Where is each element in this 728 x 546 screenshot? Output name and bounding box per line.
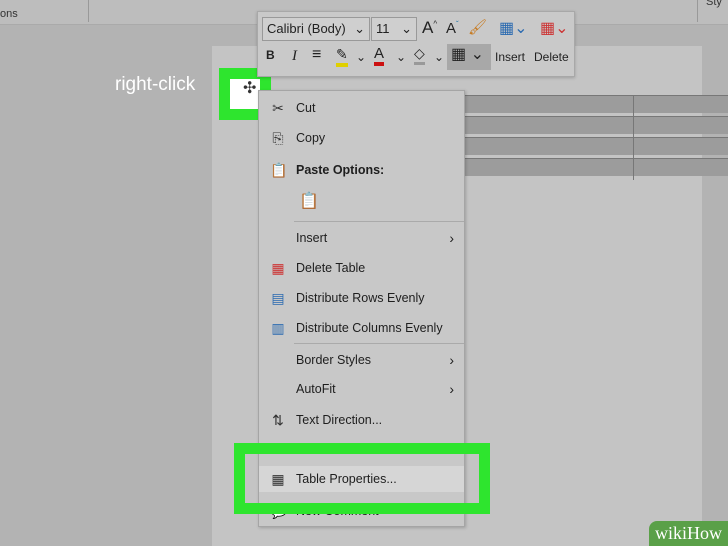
- menu-paste-options: 📋 Paste Options:: [270, 162, 385, 178]
- font-color-icon[interactable]: A: [374, 45, 385, 66]
- paste-keep-formatting-icon[interactable]: 📋: [299, 191, 319, 211]
- delete-table-icon[interactable]: ▦⌄: [540, 18, 569, 38]
- menu-item-cut[interactable]: ✂ Cut: [259, 95, 464, 121]
- borders-icon[interactable]: ▦ ⌄: [447, 44, 491, 70]
- insert-table-icon[interactable]: ▦⌄: [499, 18, 528, 38]
- table-row[interactable]: [463, 158, 728, 176]
- distribute-rows-icon: ▤: [271, 290, 285, 306]
- text-direction-icon: ⇅: [272, 412, 284, 428]
- font-name-dropdown[interactable]: Calibri (Body) ⌄: [262, 17, 370, 41]
- italic-icon[interactable]: I: [292, 48, 297, 65]
- distribute-columns-icon: ▥: [271, 320, 285, 336]
- menu-item-autofit[interactable]: AutoFit ›: [259, 376, 464, 402]
- delete-table-icon: ▦: [271, 260, 285, 276]
- table-row[interactable]: [463, 95, 728, 113]
- menu-item-distribute-rows[interactable]: ▤ Distribute Rows Evenly: [259, 285, 464, 311]
- table-column-border: [633, 95, 634, 180]
- font-size: 11: [376, 21, 390, 36]
- menu-item-text-direction[interactable]: ⇅ Text Direction...: [259, 407, 464, 433]
- menu-item-insert[interactable]: Insert ›: [259, 225, 464, 251]
- delete-button[interactable]: Delete: [534, 50, 569, 64]
- watermark: wikiHow: [649, 521, 728, 546]
- scissors-icon: ✂: [272, 100, 284, 116]
- annotation-label: right-click: [115, 74, 196, 95]
- table-move-handle-icon[interactable]: ✣: [243, 78, 256, 98]
- copy-icon: ⎘: [272, 130, 284, 146]
- chevron-down-icon[interactable]: ⌄: [434, 50, 444, 64]
- highlight-box-table-properties: [234, 443, 490, 514]
- bold-icon[interactable]: B: [266, 48, 275, 62]
- chevron-down-icon[interactable]: ⌄: [396, 50, 406, 64]
- ribbon-styles-label: Sty: [706, 0, 722, 8]
- mini-toolbar: Calibri (Body) ⌄ 11 ⌄ A^ Aˇ 🖌 ▦⌄ ▦⌄ B I ≡ …: [257, 11, 575, 77]
- menu-item-border-styles[interactable]: Border Styles ›: [259, 347, 464, 373]
- table-row[interactable]: [463, 116, 728, 134]
- insert-button[interactable]: Insert: [495, 50, 525, 64]
- ribbon-group-label: ons: [0, 8, 18, 20]
- format-painter-icon[interactable]: 🖌: [468, 18, 487, 36]
- shrink-font-icon[interactable]: Aˇ: [446, 20, 459, 37]
- menu-item-delete-table[interactable]: ▦ Delete Table: [259, 255, 464, 281]
- chevron-right-icon: ›: [449, 230, 454, 246]
- menu-item-distribute-columns[interactable]: ▥ Distribute Columns Evenly: [259, 315, 464, 341]
- menu-item-copy[interactable]: ⎘ Copy: [259, 125, 464, 151]
- highlight-icon[interactable]: ✎: [336, 46, 348, 67]
- grow-font-icon[interactable]: A^: [422, 18, 437, 38]
- chevron-right-icon: ›: [449, 381, 454, 397]
- font-size-dropdown[interactable]: 11 ⌄: [371, 17, 417, 41]
- font-name: Calibri (Body): [267, 21, 346, 36]
- chevron-right-icon: ›: [449, 352, 454, 368]
- paste-icon: 📋: [270, 162, 288, 178]
- align-center-icon[interactable]: ≡: [312, 46, 321, 64]
- chevron-down-icon[interactable]: ⌄: [356, 50, 366, 64]
- table-row[interactable]: [463, 137, 728, 155]
- shading-icon[interactable]: ◇: [414, 45, 425, 65]
